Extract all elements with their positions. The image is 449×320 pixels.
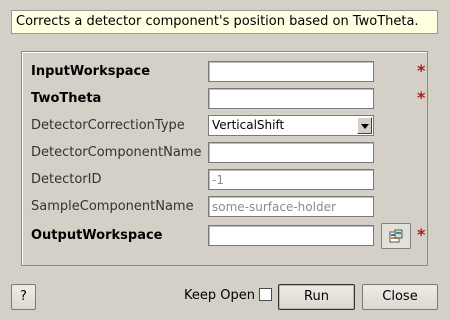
properties-panel: InputWorkspace * TwoTheta * DetectorCorr… bbox=[21, 51, 428, 266]
detector-correction-type-select[interactable]: VerticalShift bbox=[208, 115, 374, 136]
row-output-workspace: OutputWorkspace * bbox=[22, 223, 427, 249]
detector-component-name-field[interactable] bbox=[208, 142, 374, 163]
row-detector-id: DetectorID bbox=[22, 169, 427, 191]
detector-id-label: DetectorID bbox=[31, 172, 102, 187]
row-input-workspace: InputWorkspace * bbox=[22, 61, 427, 83]
keep-open-checkbox[interactable] bbox=[259, 288, 272, 301]
sample-component-name-field[interactable] bbox=[208, 196, 374, 217]
two-theta-field[interactable] bbox=[208, 88, 374, 109]
help-button[interactable]: ? bbox=[11, 284, 36, 310]
detector-correction-type-label: DetectorCorrectionType bbox=[31, 118, 185, 133]
chevron-down-icon[interactable] bbox=[357, 117, 372, 134]
input-workspace-field[interactable] bbox=[208, 61, 374, 82]
run-button[interactable]: Run bbox=[278, 284, 355, 310]
keep-open-label: Keep Open bbox=[184, 288, 255, 303]
workspace-browse-icon bbox=[389, 229, 403, 243]
row-two-theta: TwoTheta * bbox=[22, 88, 427, 110]
two-theta-required-icon: * bbox=[417, 88, 426, 107]
algorithm-description: Corrects a detector component's position… bbox=[11, 10, 438, 34]
sample-component-name-label: SampleComponentName bbox=[31, 199, 194, 214]
detector-correction-type-value: VerticalShift bbox=[212, 118, 285, 132]
row-sample-component-name: SampleComponentName bbox=[22, 196, 427, 218]
two-theta-label: TwoTheta bbox=[31, 91, 102, 106]
detector-id-field[interactable] bbox=[208, 169, 374, 190]
output-workspace-field[interactable] bbox=[208, 225, 374, 246]
row-detector-correction-type: DetectorCorrectionType VerticalShift bbox=[22, 115, 427, 137]
row-detector-component-name: DetectorComponentName bbox=[22, 142, 427, 164]
output-workspace-required-icon: * bbox=[417, 225, 426, 244]
output-workspace-label: OutputWorkspace bbox=[31, 228, 163, 243]
close-button[interactable]: Close bbox=[362, 284, 438, 310]
workspace-browse-button[interactable] bbox=[381, 223, 411, 249]
detector-component-name-label: DetectorComponentName bbox=[31, 145, 202, 160]
input-workspace-required-icon: * bbox=[417, 61, 426, 80]
input-workspace-label: InputWorkspace bbox=[31, 64, 151, 79]
